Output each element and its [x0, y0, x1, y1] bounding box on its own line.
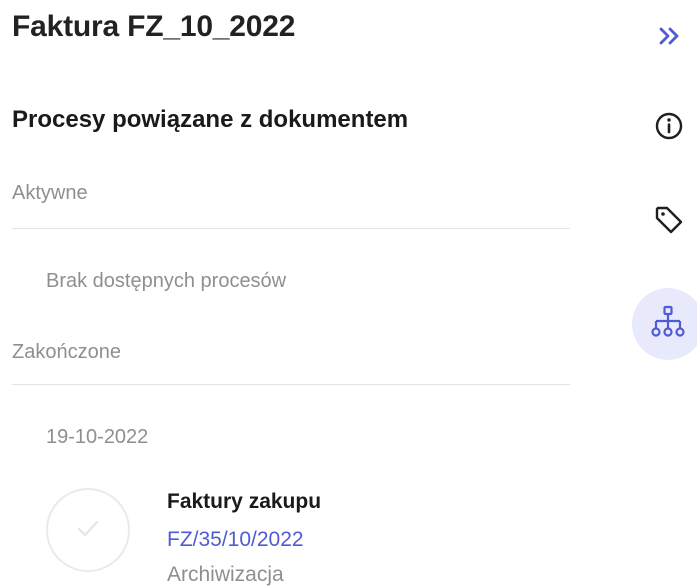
hierarchy-icon: [649, 303, 687, 346]
document-title: Faktura FZ_10_2022: [12, 10, 296, 43]
collapse-panel-button[interactable]: [633, 2, 697, 74]
process-stage: Archiwizacja: [167, 563, 284, 586]
process-number-link[interactable]: FZ/35/10/2022: [167, 528, 304, 552]
divider: [12, 384, 570, 385]
active-group-label: Aktywne: [12, 182, 88, 204]
section-title: Procesy powiązane z dokumentem: [12, 106, 409, 133]
empty-processes-message: Brak dostępnych procesów: [46, 270, 287, 292]
info-icon: [653, 110, 685, 147]
check-icon: [74, 514, 102, 547]
tags-button[interactable]: [633, 186, 697, 258]
double-chevron-right-icon: [654, 21, 684, 56]
process-name[interactable]: Faktury zakupu: [167, 490, 321, 514]
related-processes-button[interactable]: [632, 288, 697, 360]
process-status-circle: [46, 488, 130, 572]
completed-group-label: Zakończone: [12, 341, 121, 363]
divider: [12, 228, 570, 229]
info-button[interactable]: [633, 92, 697, 164]
process-date: 19-10-2022: [46, 426, 149, 448]
tag-icon: [652, 203, 686, 242]
